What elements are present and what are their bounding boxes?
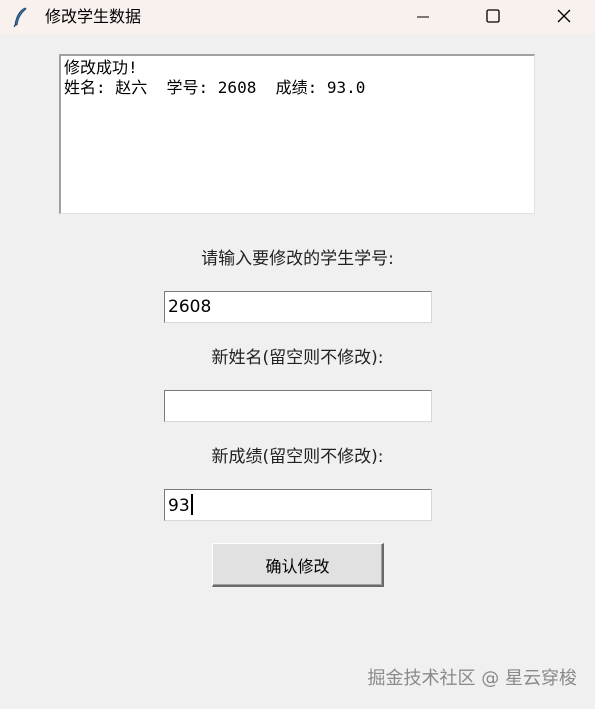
new-name-input[interactable]	[164, 390, 432, 422]
new-score-label: 新成绩(留空则不修改):	[211, 447, 384, 467]
feather-icon	[12, 7, 30, 28]
student-id-value: 2608	[168, 297, 212, 317]
watermark-text: 掘金技术社区 @ 星云穿梭	[367, 668, 577, 689]
new-name-label: 新姓名(留空则不修改):	[211, 348, 384, 368]
output-line-status: 修改成功!	[64, 58, 138, 77]
minimize-button[interactable]	[400, 0, 446, 34]
text-cursor	[190, 494, 193, 515]
minimize-icon	[417, 8, 429, 27]
output-text-area[interactable]: 修改成功! 姓名: 赵六 学号: 2608 成绩: 93.0	[59, 54, 535, 214]
new-score-value: 93	[168, 496, 190, 516]
student-id-label: 请输入要修改的学生学号:	[201, 249, 394, 269]
window-title: 修改学生数据	[45, 7, 142, 26]
maximize-icon	[486, 8, 500, 27]
title-bar: 修改学生数据	[0, 0, 595, 34]
output-line-record: 姓名: 赵六 学号: 2608 成绩: 93.0	[64, 78, 366, 97]
new-score-input[interactable]: 93	[164, 489, 432, 521]
student-id-input[interactable]: 2608	[164, 291, 432, 323]
close-icon	[557, 8, 571, 27]
close-button[interactable]	[541, 0, 587, 34]
confirm-modify-button[interactable]: 确认修改	[212, 543, 384, 587]
maximize-button[interactable]	[470, 0, 516, 34]
